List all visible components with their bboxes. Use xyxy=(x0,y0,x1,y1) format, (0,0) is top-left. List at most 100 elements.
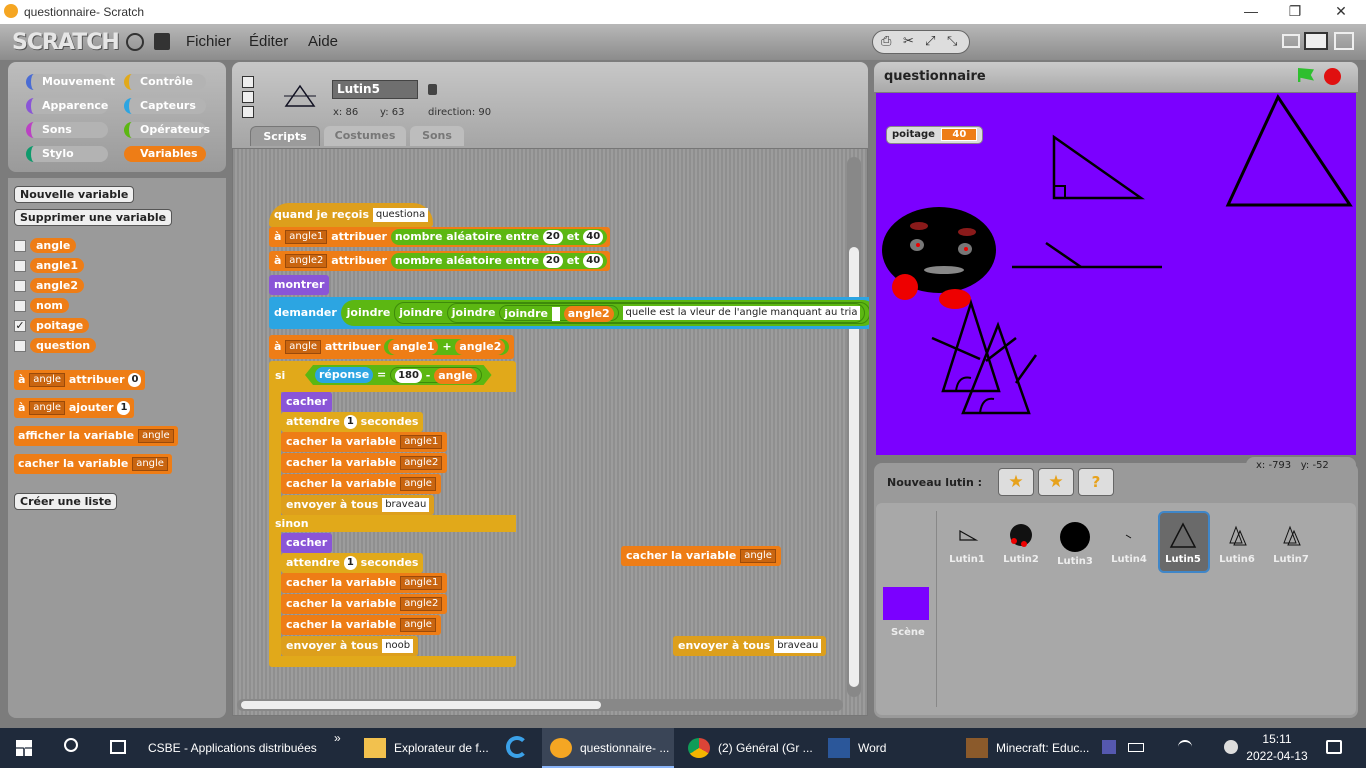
var-reporter-angle2[interactable]: angle2 xyxy=(30,278,85,293)
loose-hide-variable[interactable]: cacher la variable angle xyxy=(621,546,781,566)
category-stylo[interactable]: Stylo xyxy=(26,146,108,162)
grow-tool-icon[interactable]: ⤢ xyxy=(925,34,935,49)
then-broadcast-msg[interactable]: braveau xyxy=(382,498,430,512)
block-demander[interactable]: demander joindre joindre joindre joindre… xyxy=(269,297,869,329)
shrink-tool-icon[interactable]: ⤡ xyxy=(947,34,957,49)
random-sprite-button[interactable]: ? xyxy=(1078,468,1114,496)
scripts-area[interactable]: quand je reçois questiona à angle1 attri… xyxy=(232,148,869,716)
random-max[interactable]: 40 xyxy=(583,230,604,244)
then-attendre[interactable]: attendre 1 secondes xyxy=(281,412,424,432)
tab-scripts[interactable]: Scripts xyxy=(250,126,320,146)
join-4[interactable]: joindre angle2 xyxy=(499,305,619,322)
taskbar-item-csbe[interactable]: CSBE - Applications distribuées xyxy=(112,728,332,768)
random2-max[interactable]: 40 xyxy=(583,254,604,268)
block-set-angle1[interactable]: à angle1 attribuer nombre aléatoire entr… xyxy=(269,227,610,247)
delete-tool-icon[interactable]: ✂ xyxy=(903,34,914,49)
menu-editer[interactable]: Éditer xyxy=(249,33,288,50)
random-min[interactable]: 20 xyxy=(542,230,563,244)
no-rotate-icon[interactable] xyxy=(242,106,254,118)
hat-when-receive[interactable]: quand je reçois questiona xyxy=(269,203,434,227)
sprite-thumb-lutin3[interactable]: Lutin3 xyxy=(1048,521,1102,567)
block-hide-variable[interactable]: cacher la variable angle xyxy=(14,454,172,474)
sprite-thumb-lutin5[interactable]: Lutin5 xyxy=(1156,521,1210,565)
if-condition[interactable]: réponse = 180 - angle xyxy=(305,365,492,385)
normal-stage-icon[interactable] xyxy=(1304,32,1328,50)
random2-min[interactable]: 20 xyxy=(542,254,563,268)
checkbox-poitage[interactable]: ✓ xyxy=(14,320,26,332)
ask-question-text[interactable]: quelle est la vleur de l'angle manquant … xyxy=(622,306,861,320)
lock-icon[interactable] xyxy=(428,84,437,95)
then-hide-var-3[interactable]: cacher la variable angle xyxy=(281,474,441,494)
else-cacher[interactable]: cacher xyxy=(281,533,333,553)
save-icon[interactable] xyxy=(154,33,170,50)
rotate-lr-icon[interactable] xyxy=(242,91,254,103)
block-set-angle2[interactable]: à angle2 attribuer nombre aléatoire entr… xyxy=(269,251,610,271)
checkbox-angle1[interactable] xyxy=(14,260,26,272)
then-cacher[interactable]: cacher xyxy=(281,392,333,412)
checkbox-nom[interactable] xyxy=(14,300,26,312)
block-show-variable[interactable]: afficher la variable angle xyxy=(14,426,178,446)
join-2[interactable]: joindre joindre joindre angle2 quelle es… xyxy=(394,302,869,324)
taskbar-item-scratch[interactable]: questionnaire- ... xyxy=(542,728,674,768)
close-button[interactable]: ✕ xyxy=(1326,2,1356,22)
else-broadcast-msg[interactable]: noob xyxy=(382,639,414,653)
sprite-thumb-lutin4[interactable]: Lutin4 xyxy=(1102,521,1156,565)
wifi-icon[interactable] xyxy=(1178,740,1192,754)
set2-var[interactable]: angle2 xyxy=(285,254,328,268)
tab-costumes[interactable]: Costumes xyxy=(324,126,406,146)
category-controle[interactable]: Contrôle xyxy=(124,74,206,90)
block-set-variable[interactable]: à angle attribuer 0 xyxy=(14,370,146,390)
sprite-thumb-lutin6[interactable]: Lutin6 xyxy=(1210,521,1264,565)
else-attendre[interactable]: attendre 1 secondes xyxy=(281,553,424,573)
else-wait-n[interactable]: 1 xyxy=(343,556,357,570)
clock-time[interactable]: 15:11 xyxy=(1252,732,1302,746)
maximize-button[interactable]: ❐ xyxy=(1280,2,1310,22)
sum-angle1[interactable]: angle1 xyxy=(388,339,439,355)
small-stage-icon[interactable] xyxy=(1282,34,1300,48)
sprite-thumb-lutin1[interactable]: Lutin1 xyxy=(940,521,994,565)
battery-icon[interactable] xyxy=(1128,743,1144,752)
stop-icon[interactable] xyxy=(1324,68,1341,85)
ehv1-var[interactable]: angle1 xyxy=(400,576,443,590)
globe-icon[interactable] xyxy=(126,33,144,51)
taskbar-item-explorer[interactable]: Explorateur de f... xyxy=(356,728,490,768)
rotate-all-icon[interactable] xyxy=(242,76,254,88)
cond-minus-op[interactable]: 180 - angle xyxy=(390,367,482,383)
var-reporter-question[interactable]: question xyxy=(30,338,97,353)
then-hide-var-1[interactable]: cacher la variable angle1 xyxy=(281,432,448,452)
new-variable-button[interactable]: Nouvelle variable xyxy=(14,186,135,203)
checkbox-angle[interactable] xyxy=(14,240,26,252)
block-hide-var-dropdown[interactable]: angle xyxy=(132,457,168,471)
block-show-var-dropdown[interactable]: angle xyxy=(137,429,174,443)
cond-180[interactable]: 180 xyxy=(395,369,422,383)
presentation-mode-icon[interactable] xyxy=(1334,32,1354,50)
duplicate-tool-icon[interactable]: ⎙ xyxy=(881,34,891,49)
else-hide-var-3[interactable]: cacher la variable angle xyxy=(281,615,441,635)
block-change-var-dropdown[interactable]: angle xyxy=(29,401,66,415)
sum-operator[interactable]: angle1 + angle2 xyxy=(384,339,510,355)
search-icon[interactable] xyxy=(64,738,78,752)
hat-message-dropdown[interactable]: questiona xyxy=(372,208,429,222)
taskbar-item-chrome[interactable]: (2) Général (Gr ... xyxy=(680,728,812,768)
loose2-msg[interactable]: braveau xyxy=(774,639,822,653)
green-flag-icon[interactable] xyxy=(1298,68,1314,82)
new-list-button[interactable]: Créer une liste xyxy=(14,493,118,510)
chevron-icon[interactable]: » xyxy=(334,731,341,745)
delete-variable-button[interactable]: Supprimer une variable xyxy=(14,209,173,226)
block-change-variable[interactable]: à angle ajouter 1 xyxy=(14,398,135,418)
var-reporter-angle[interactable]: angle xyxy=(30,238,77,253)
horizontal-scrollbar[interactable] xyxy=(237,699,843,711)
else-broadcast[interactable]: envoyer à tous noob xyxy=(281,636,419,656)
join-3[interactable]: joindre joindre angle2 quelle est la vle… xyxy=(446,303,866,323)
menu-aide[interactable]: Aide xyxy=(308,33,338,50)
var-reporter-angle1[interactable]: angle1 xyxy=(30,258,85,273)
vertical-scrollbar[interactable] xyxy=(847,157,861,697)
ehv3-var[interactable]: angle xyxy=(400,618,436,632)
var-reporter-nom[interactable]: nom xyxy=(30,298,69,313)
set3-var[interactable]: angle xyxy=(285,340,322,354)
join-empty-field[interactable] xyxy=(551,307,560,321)
category-apparence[interactable]: Apparence xyxy=(26,98,108,114)
menu-fichier[interactable]: Fichier xyxy=(186,33,231,50)
import-sprite-button[interactable]: ★ xyxy=(1038,468,1074,496)
else-hide-var-2[interactable]: cacher la variable angle2 xyxy=(281,594,448,614)
